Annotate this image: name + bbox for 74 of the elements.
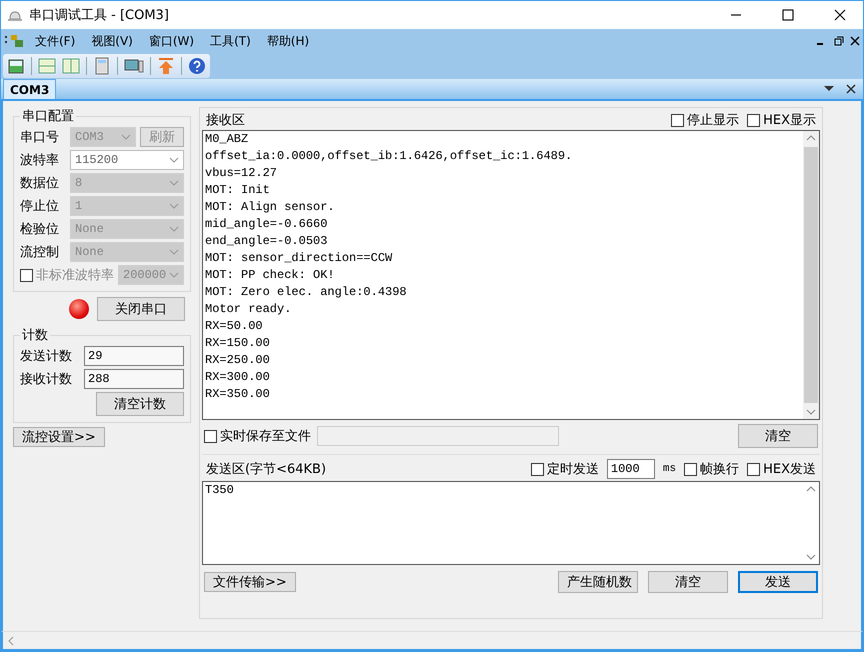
section-title: 发送区(字节<64KB) — [206, 461, 328, 478]
checkbox[interactable] — [684, 462, 698, 476]
receive-line: M0_ABZ — [205, 131, 250, 148]
checkbox-label: HEX发送 — [763, 461, 816, 478]
menu-item[interactable]: 窗口(W) — [142, 32, 200, 50]
field-label: 发送计数 — [20, 348, 73, 365]
checkbox[interactable] — [530, 462, 544, 476]
group-title: 计数 — [21, 327, 49, 344]
checkbox-label: HEX显示 — [763, 112, 816, 129]
new-window-icon[interactable] — [7, 57, 25, 75]
receive-line: Motor ready. — [205, 301, 292, 318]
receive-line: RX=150.00 — [205, 335, 271, 352]
calculator-icon[interactable] — [93, 57, 111, 75]
checkbox-label: 定时发送 — [546, 461, 599, 478]
field-label: 数据位 — [20, 175, 60, 192]
send-button[interactable]: 发送 — [738, 571, 818, 593]
checkbox-label: 实时保存至文件 — [220, 428, 311, 445]
scrollbar-thumb[interactable] — [804, 147, 818, 403]
clear-send-button[interactable]: 清空 — [648, 571, 728, 593]
menu-item[interactable]: 视图(V) — [85, 32, 139, 50]
horizontal-scrollbar[interactable] — [1, 631, 863, 651]
tab-controls-icon — [823, 83, 857, 95]
receive-line: vbus=12.27 — [205, 165, 278, 182]
upload-arrow-icon[interactable] — [157, 57, 175, 75]
file-transfer-button[interactable]: 文件传输>> — [204, 572, 296, 592]
receive-line: MOT: sensor_direction==CCW — [205, 250, 394, 267]
dropdown[interactable]: 115200 — [70, 150, 184, 170]
sent-count-field[interactable]: 29 — [84, 346, 184, 366]
field-label: 接收计数 — [20, 371, 73, 388]
maximize-icon[interactable] — [782, 9, 794, 21]
field-label: 检验位 — [20, 221, 60, 238]
window-title: 串口调试工具 - [COM3] — [29, 7, 170, 24]
file-path-field[interactable] — [317, 426, 559, 446]
received-count-field[interactable]: 288 — [84, 369, 184, 389]
field-label: 停止位 — [20, 198, 60, 215]
field-label: 流控制 — [20, 244, 60, 261]
section-title: 接收区 — [206, 112, 246, 129]
receive-line: MOT: Zero elec. angle:0.4398 — [205, 284, 408, 301]
menu-item[interactable]: 文件(F) — [29, 32, 82, 50]
clear-count-button[interactable]: 清空计数 — [96, 392, 184, 416]
close-port-button[interactable]: 关闭串口 — [97, 297, 185, 321]
checkbox-label: 停止显示 — [687, 112, 740, 129]
receive-line: offset_ia:0.0000,offset_ib:1.6426,offset_ic:1.6489. — [205, 148, 574, 165]
random-number-button[interactable]: 产生随机数 — [558, 571, 638, 593]
receive-line: mid_angle=-0.6660 — [205, 216, 328, 233]
document-tab[interactable]: COM3 — [3, 79, 56, 99]
checkbox[interactable] — [747, 114, 760, 126]
checkbox[interactable] — [671, 114, 684, 126]
field-label: 波特率 — [20, 152, 60, 169]
receive-line: end_angle=-0.0503 — [205, 233, 328, 250]
receive-line: RX=250.00 — [205, 352, 271, 369]
checkbox[interactable] — [20, 268, 33, 282]
checkbox-label: 帧换行 — [700, 461, 740, 478]
close-icon[interactable] — [834, 9, 846, 21]
flow-settings-button[interactable]: 流控设置>> — [13, 427, 105, 447]
receive-line: RX=50.00 — [205, 318, 264, 335]
field-label: 串口号 — [20, 129, 60, 146]
checkbox-label: 非标准波特率 — [36, 267, 114, 284]
menu-item[interactable]: 工具(T) — [204, 32, 257, 50]
receive-line: MOT: PP check: OK! — [205, 267, 336, 284]
unit-label: ms — [662, 463, 676, 475]
group-title: 串口配置 — [21, 108, 75, 125]
menu-item[interactable]: 帮助(H) — [260, 32, 316, 50]
send-area[interactable]: T350 — [202, 481, 820, 565]
interval-field[interactable]: 1000 — [606, 459, 655, 479]
computer-icon[interactable] — [124, 57, 144, 75]
receive-line: MOT: Init — [205, 182, 271, 199]
receive-line: MOT: Align sensor. — [205, 199, 336, 216]
receive-line: RX=300.00 — [205, 369, 271, 386]
receive-line: RX=350.00 — [205, 386, 271, 403]
checkbox[interactable] — [204, 430, 217, 442]
help-icon[interactable] — [188, 57, 206, 75]
checkbox[interactable] — [747, 462, 760, 476]
clear-receive-button[interactable]: 清空 — [738, 424, 818, 448]
